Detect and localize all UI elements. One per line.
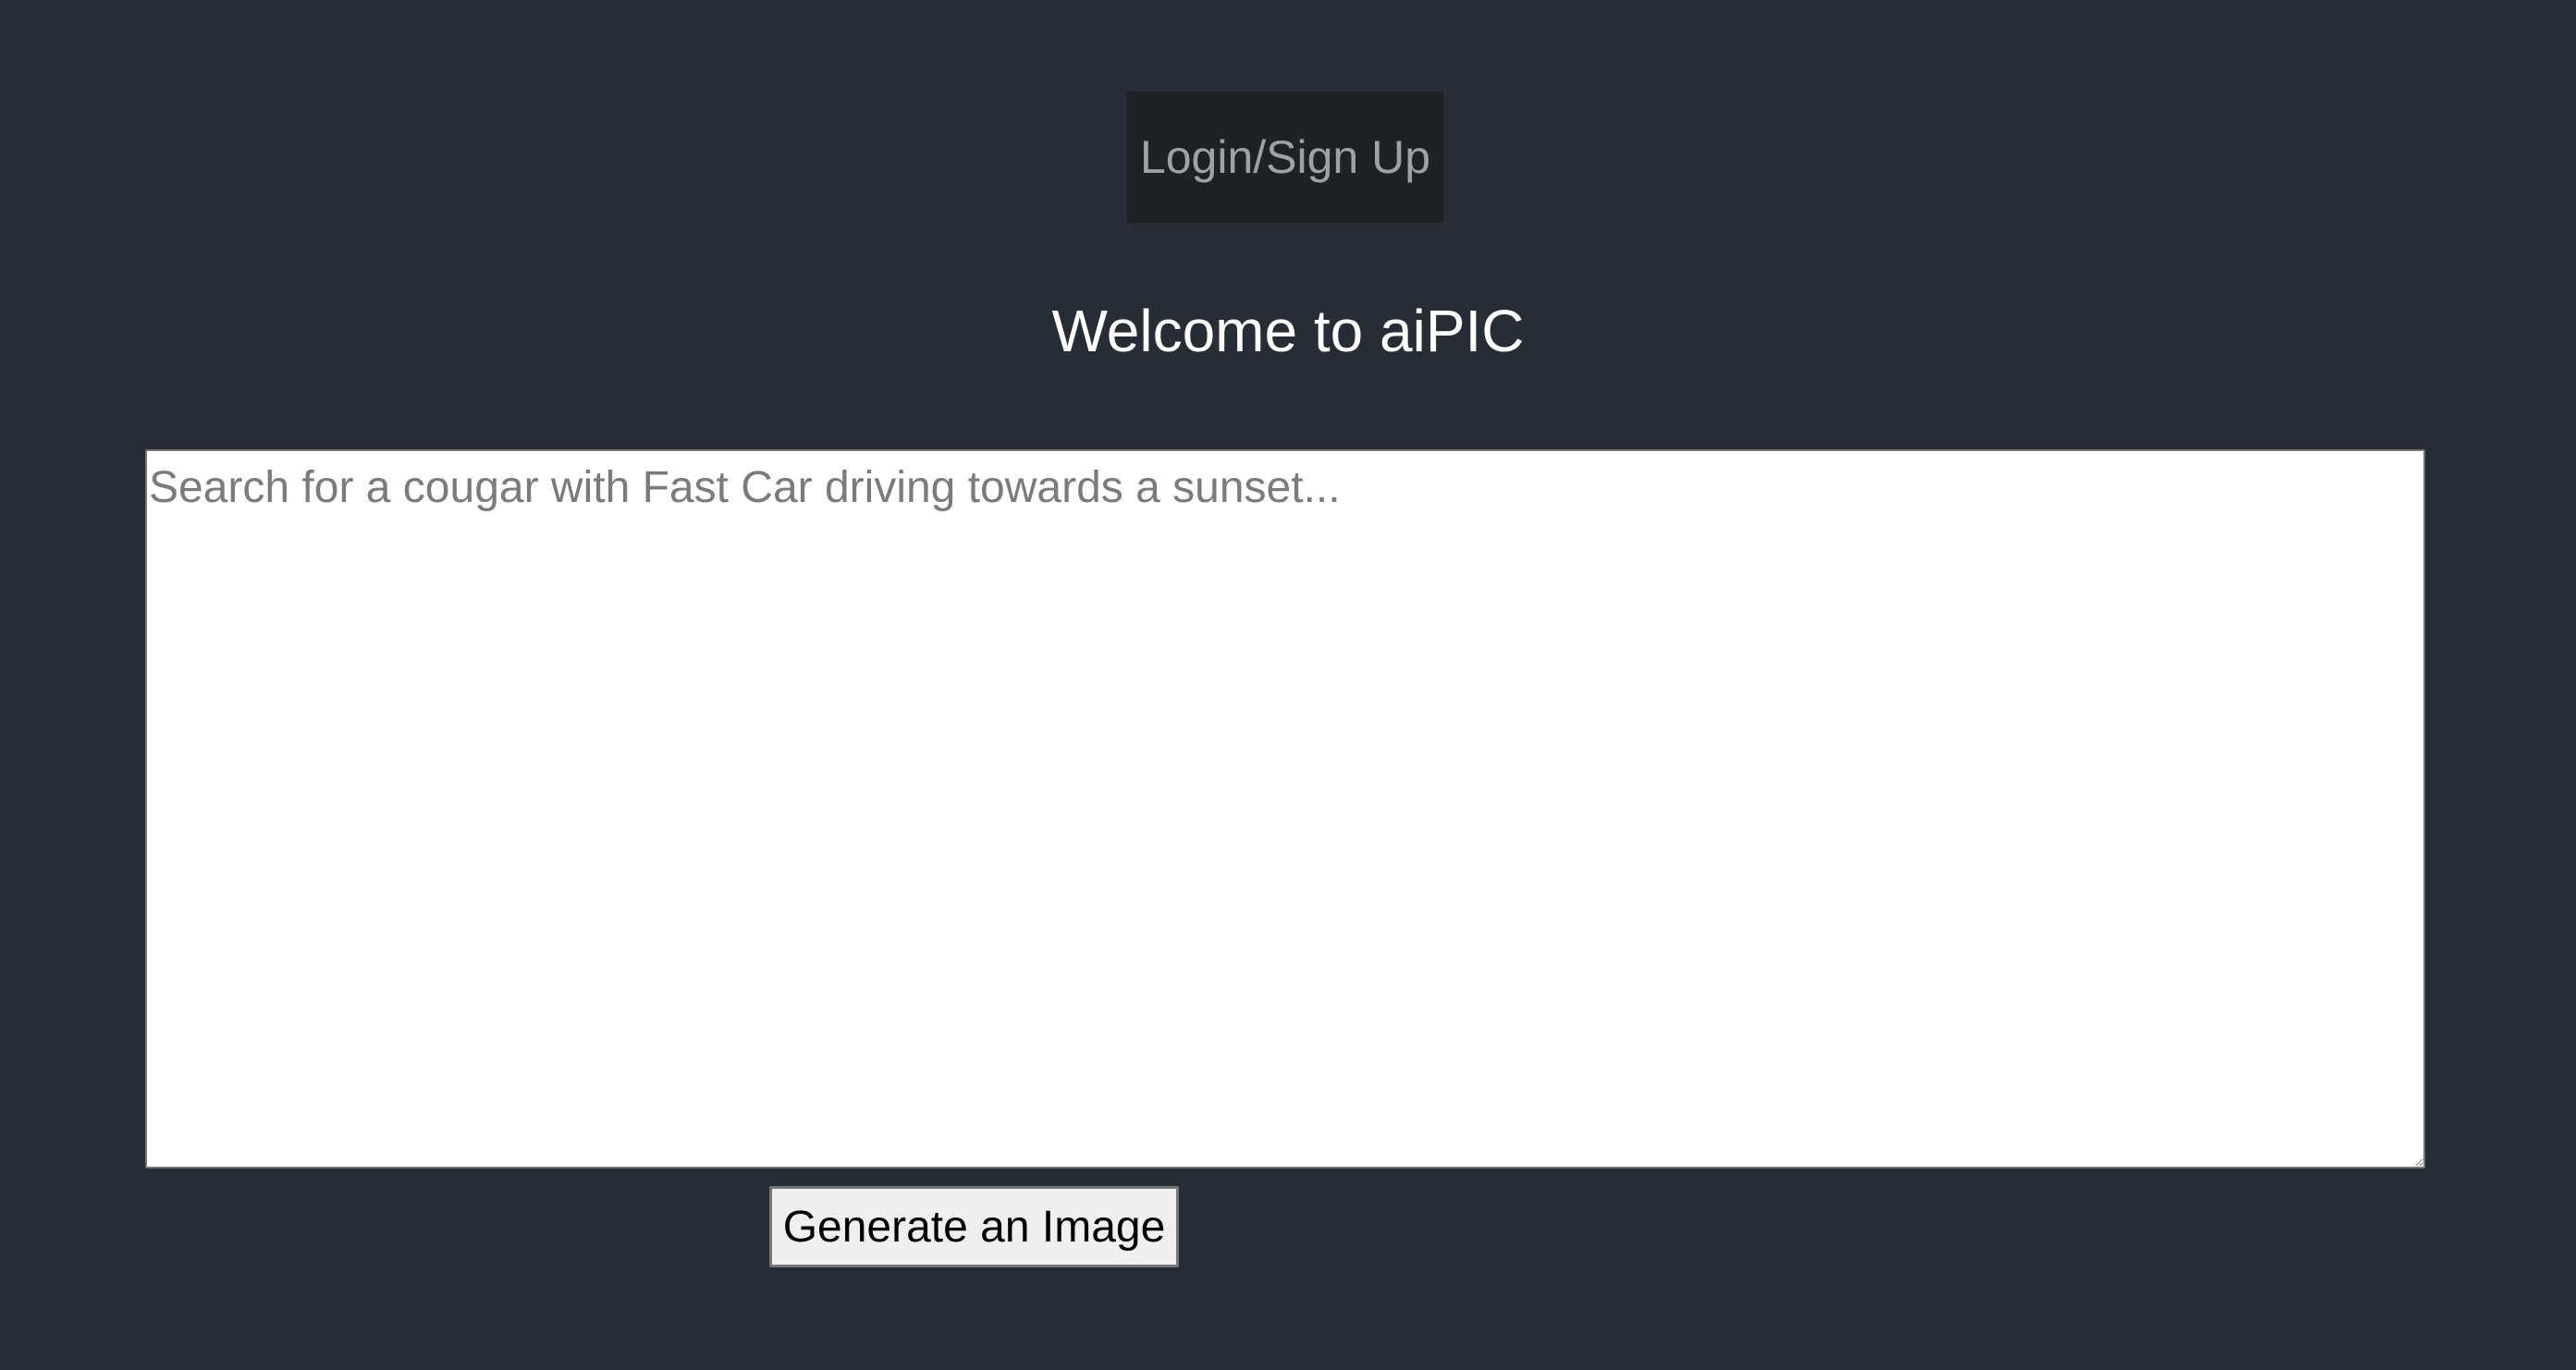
page-title: Welcome to aiPIC — [1051, 298, 1525, 364]
login-signup-button[interactable]: Login/Sign Up — [1127, 92, 1443, 223]
prompt-input[interactable] — [145, 449, 2425, 1168]
generate-image-button[interactable]: Generate an Image — [769, 1186, 1179, 1267]
app-root: Login/Sign Up Welcome to aiPIC Generate … — [0, 0, 2576, 1370]
